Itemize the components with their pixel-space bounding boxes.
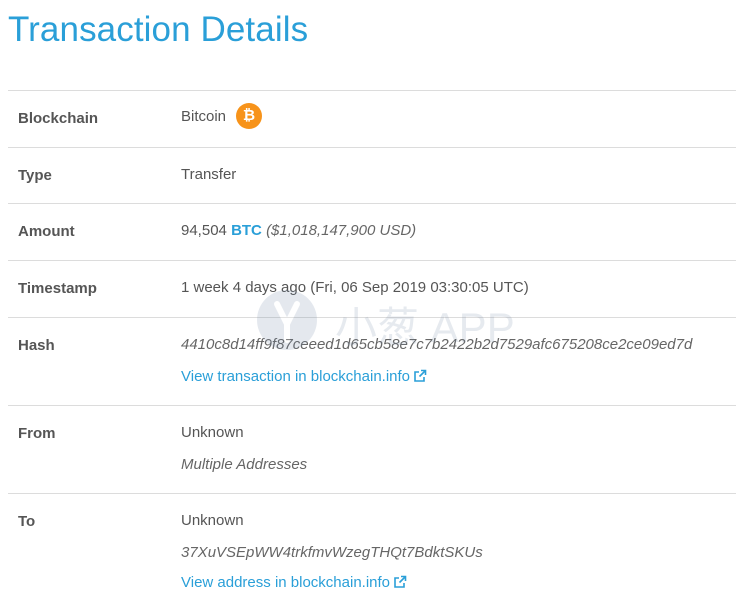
row-blockchain: Blockchain Bitcoin ₿ [8,91,736,148]
blockchain-value: Bitcoin [181,107,227,125]
view-transaction-link[interactable]: View transaction in blockchain.info [181,368,427,385]
from-label: From [18,425,56,442]
view-transaction-link-text: View transaction in blockchain.info [181,368,411,385]
from-value: Unknown [181,424,244,441]
row-type: Type Transfer [8,148,736,204]
amount-value: 94,504 BTC ($1,018,147,900 USD) [181,222,416,239]
bitcoin-icon: ₿ [236,103,263,129]
type-value: Transfer [181,166,237,183]
timestamp-value: 1 week 4 days ago (Fri, 06 Sep 2019 03:3… [181,279,529,296]
view-address-link[interactable]: View address in blockchain.info [181,574,407,591]
timestamp-label: Timestamp [18,280,97,297]
row-to: To Unknown 37XuVSEpWW4trkfmvWzegTHQt7Bdk… [8,494,736,614]
to-address: 37XuVSEpWW4trkfmvWzegTHQt7BdktSKUs [181,544,483,561]
amount-number: 94,504 [181,222,227,239]
to-label: To [18,513,36,530]
view-address-link-text: View address in blockchain.info [181,574,391,591]
to-value: Unknown [181,512,244,529]
type-label: Type [18,167,52,184]
amount-label: Amount [18,223,75,240]
hash-label: Hash [18,337,55,354]
row-amount: Amount 94,504 BTC ($1,018,147,900 USD) [8,204,736,261]
row-timestamp: Timestamp 1 week 4 days ago (Fri, 06 Sep… [8,261,736,318]
amount-currency: BTC [231,222,262,239]
hash-value: 4410c8d14ff9f87ceeed1d65cb58e7c7b2422b2d… [181,336,693,353]
transaction-details-table: Blockchain Bitcoin ₿ Type Transfer Amount… [8,90,736,614]
row-hash: Hash 4410c8d14ff9f87ceeed1d65cb58e7c7b24… [8,318,736,406]
blockchain-label: Blockchain [18,110,99,127]
blockchain-value-wrap: Bitcoin ₿ [181,103,263,130]
amount-usd: ($1,018,147,900 USD) [266,222,417,239]
external-link-icon [394,575,407,588]
page-title: Transaction Details [8,10,309,49]
row-from: From Unknown Multiple Addresses [8,406,736,494]
from-sub: Multiple Addresses [181,456,308,473]
external-link-icon [414,369,427,382]
